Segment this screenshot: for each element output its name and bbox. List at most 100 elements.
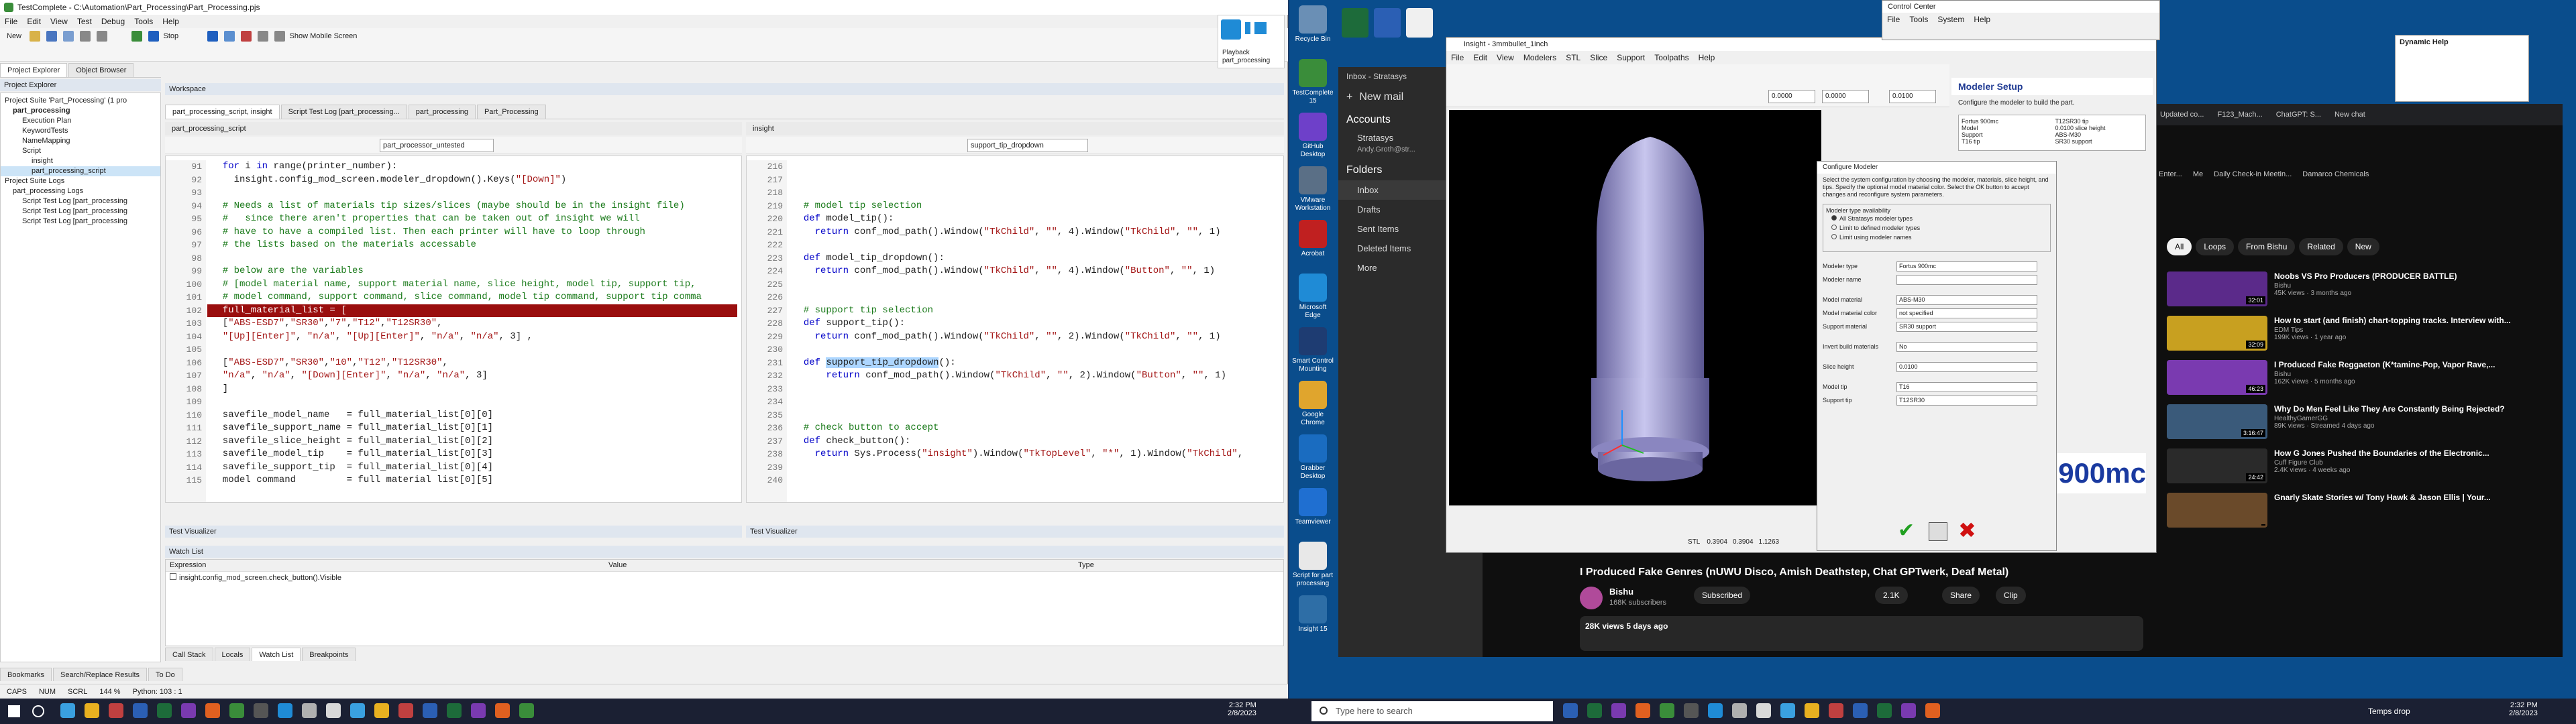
menu-item[interactable]: View xyxy=(1492,51,1519,63)
tab-watch-list[interactable]: Watch List xyxy=(252,648,301,661)
open-icon[interactable] xyxy=(30,31,41,42)
form-select[interactable]: T16 xyxy=(1896,382,2037,392)
chrome-tab[interactable]: F123_Mach... xyxy=(2210,111,2269,119)
taskbar-app-icon[interactable] xyxy=(1684,703,1699,718)
code-line[interactable] xyxy=(788,186,1279,200)
bookmark[interactable]: Me xyxy=(2188,170,2208,178)
code-line[interactable] xyxy=(788,278,1279,292)
desktop-icon[interactable]: Google Chrome xyxy=(1291,381,1334,427)
form-select[interactable]: ABS-M30 xyxy=(1896,295,2037,305)
code-line[interactable]: # model command, support command, slice … xyxy=(207,291,737,304)
tree-item[interactable]: KeywordTests xyxy=(1,126,160,136)
form-select[interactable]: No xyxy=(1896,342,2037,352)
code-line[interactable] xyxy=(207,186,737,200)
new-button[interactable]: New xyxy=(3,32,25,40)
form-select[interactable]: 0.0100 xyxy=(1896,362,2037,372)
field-y[interactable]: 0.0000 xyxy=(1822,90,1869,103)
menu-item[interactable]: Edit xyxy=(1468,51,1492,63)
video-description[interactable]: 28K views 5 days ago xyxy=(1580,616,2143,651)
tab-object-browser[interactable]: Object Browser xyxy=(68,63,134,77)
redo-icon[interactable] xyxy=(97,31,108,42)
taskbar-app-icon[interactable] xyxy=(157,703,172,718)
bookmark[interactable]: Enter... xyxy=(2153,170,2188,178)
code-line[interactable] xyxy=(207,396,737,409)
taskbar-app-icon[interactable] xyxy=(374,703,389,718)
menu-item[interactable]: Tools xyxy=(1904,13,1933,26)
taskbar-app-icon[interactable] xyxy=(326,703,341,718)
taskbar-app-icon[interactable] xyxy=(519,703,534,718)
excel-icon[interactable] xyxy=(1342,8,1368,38)
menu-help[interactable]: Help xyxy=(158,15,184,28)
taskbar-app-icon[interactable] xyxy=(423,703,437,718)
ok-check-icon[interactable]: ✔ xyxy=(1898,521,1915,541)
taskbar-app-icon[interactable] xyxy=(1925,703,1940,718)
form-select[interactable]: SR30 support xyxy=(1896,322,2037,332)
taskbar-app-icon[interactable] xyxy=(205,703,220,718)
form-select[interactable]: Fortus 900mc xyxy=(1896,261,2037,272)
right-code-editor[interactable]: 216 217 218 219 220 221 222 223 224 225 226 227 228 2… xyxy=(746,156,1284,503)
related-video[interactable]: 3:16:47 Why Do Men Feel Like They Are Con… xyxy=(2167,404,2556,446)
tree-item[interactable]: part_processing xyxy=(1,106,160,116)
radio-button[interactable] xyxy=(1831,225,1837,230)
tab-call-stack[interactable]: Call Stack xyxy=(165,648,213,661)
related-video[interactable]: 32:09 How to start (and finish) chart-top… xyxy=(2167,316,2556,357)
code-line[interactable]: # support tip selection xyxy=(788,304,1279,318)
code-line[interactable]: def model_tip(): xyxy=(788,213,1279,226)
code-line[interactable]: return conf_mod_path().Window("TkChild",… xyxy=(788,369,1279,383)
tree-item[interactable]: part_processing Logs xyxy=(1,186,160,196)
desktop-icon[interactable]: Microsoft Edge xyxy=(1291,274,1334,320)
taskbar-app-icon[interactable] xyxy=(1660,703,1674,718)
stop-icon[interactable] xyxy=(148,31,160,42)
form-select[interactable] xyxy=(1896,275,2037,285)
code-line[interactable]: # the lists based on the materials acces… xyxy=(207,239,737,252)
menu-test[interactable]: Test xyxy=(72,15,97,28)
code-line[interactable] xyxy=(788,174,1279,187)
tree-item[interactable]: Project Suite Logs xyxy=(1,176,160,186)
doc-tab[interactable]: Script Test Log [part_processing... xyxy=(280,105,407,119)
stop-button[interactable]: Stop xyxy=(164,32,179,40)
menu-tools[interactable]: Tools xyxy=(129,15,158,28)
code-line[interactable]: "n/a", "n/a", "[Down][Enter]", "n/a", "n… xyxy=(207,369,737,383)
share-button[interactable]: Share xyxy=(1942,587,1980,604)
doc-tab[interactable]: Part_Processing xyxy=(476,105,546,119)
taskbar-app-icon[interactable] xyxy=(350,703,365,718)
right-clock[interactable]: 2:32 PM 2/8/2023 xyxy=(2509,701,2538,717)
taskbar-app-icon[interactable] xyxy=(1732,703,1747,718)
taskbar-app-icon[interactable] xyxy=(254,703,268,718)
code-line[interactable] xyxy=(207,343,737,357)
tab-locals[interactable]: Locals xyxy=(214,648,251,661)
taskbar-app-icon[interactable] xyxy=(1853,703,1868,718)
taskbar-app-icon[interactable] xyxy=(495,703,510,718)
desktop-icon[interactable]: Smart Control Mounting xyxy=(1291,327,1334,373)
word-icon[interactable] xyxy=(1374,8,1401,38)
related-video[interactable]: 32:01 Noobs VS Pro Producers (PRODUCER BA… xyxy=(2167,272,2556,313)
code-line[interactable]: model command = full material list[0][5] xyxy=(207,474,737,487)
code-line[interactable]: savefile_support_name = full_material_li… xyxy=(207,422,737,435)
code-line[interactable] xyxy=(788,343,1279,357)
taskbar-app-icon[interactable] xyxy=(1829,703,1843,718)
code-line[interactable]: return conf_mod_path().Window("TkChild",… xyxy=(788,226,1279,239)
taskbar-app-icon[interactable] xyxy=(1877,703,1892,718)
code-line[interactable]: return conf_mod_path().Window("TkChild",… xyxy=(788,330,1279,344)
subscribed-button[interactable]: Subscribed xyxy=(1694,587,1751,604)
channel-avatar[interactable] xyxy=(1580,587,1603,609)
taskbar-app-icon[interactable] xyxy=(398,703,413,718)
routine-dropdown[interactable]: support_tip_dropdown xyxy=(967,139,1088,152)
radio-option[interactable]: Limit using modeler names xyxy=(1826,233,2047,242)
code-line[interactable] xyxy=(788,474,1279,487)
code-line[interactable]: savefile_slice_height = full_material_li… xyxy=(207,435,737,448)
run-icon[interactable] xyxy=(131,31,143,42)
right-editor-tab[interactable]: insight xyxy=(746,122,1284,135)
code-line[interactable]: insight.config_mod_screen.modeler_dropdo… xyxy=(207,174,737,187)
tree-item[interactable]: NameMapping xyxy=(1,136,160,146)
tree-item[interactable]: insight xyxy=(1,156,160,166)
pause-icon[interactable] xyxy=(207,31,219,42)
taskbar-app-icon[interactable] xyxy=(447,703,462,718)
menu-item[interactable]: File xyxy=(1446,51,1468,63)
code-line[interactable]: return Sys.Process("insight").Window("Tk… xyxy=(788,448,1279,461)
channel-name[interactable]: Bishu xyxy=(1609,587,1633,597)
code-line[interactable] xyxy=(788,383,1279,396)
watch-row[interactable]: insight.config_mod_screen.check_button()… xyxy=(166,572,1283,584)
taskbar-app-icon[interactable] xyxy=(1611,703,1626,718)
code-line[interactable]: ] xyxy=(207,383,737,396)
